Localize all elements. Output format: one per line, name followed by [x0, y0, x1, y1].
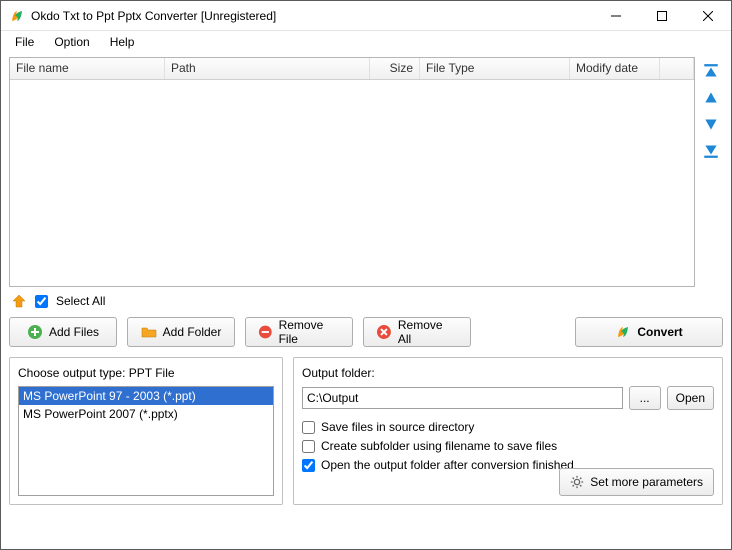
gear-icon [570, 475, 584, 489]
select-all-checkbox[interactable] [35, 295, 48, 308]
minus-icon [258, 324, 273, 340]
browse-button[interactable]: ... [629, 386, 661, 410]
output-folder-panel: Output folder: ... Open Save files in so… [293, 357, 723, 505]
folder-icon [141, 324, 157, 340]
move-down-button[interactable] [702, 115, 720, 133]
app-icon [9, 8, 25, 24]
add-files-label: Add Files [49, 325, 99, 339]
open-after-checkbox[interactable] [302, 459, 315, 472]
col-filename[interactable]: File name [10, 58, 165, 79]
select-all-label: Select All [56, 294, 105, 308]
maximize-button[interactable] [639, 1, 685, 31]
col-path[interactable]: Path [165, 58, 370, 79]
remove-all-label: Remove All [398, 318, 458, 346]
add-folder-button[interactable]: Add Folder [127, 317, 235, 347]
remove-file-button[interactable]: Remove File [245, 317, 353, 347]
plus-icon [27, 324, 43, 340]
set-more-parameters-button[interactable]: Set more parameters [559, 468, 714, 496]
remove-all-icon [376, 324, 392, 340]
menubar: File Option Help [1, 31, 731, 53]
output-type-listbox[interactable]: MS PowerPoint 97 - 2003 (*.ppt) MS Power… [18, 386, 274, 496]
titlebar: Okdo Txt to Ppt Pptx Converter [Unregist… [1, 1, 731, 31]
output-folder-input[interactable] [302, 387, 623, 409]
minimize-button[interactable] [593, 1, 639, 31]
output-type-option-pptx[interactable]: MS PowerPoint 2007 (*.pptx) [19, 405, 273, 423]
col-filetype[interactable]: File Type [420, 58, 570, 79]
select-all-row: Select All [9, 287, 723, 317]
window-title: Okdo Txt to Ppt Pptx Converter [Unregist… [31, 9, 593, 23]
window-controls [593, 1, 731, 31]
action-toolbar: Add Files Add Folder Remove File Remove … [9, 317, 723, 347]
table-header: File name Path Size File Type Modify dat… [10, 58, 694, 80]
output-folder-label: Output folder: [302, 366, 714, 380]
move-bottom-button[interactable] [702, 141, 720, 159]
menu-file[interactable]: File [7, 33, 42, 51]
convert-button[interactable]: Convert [575, 317, 723, 347]
close-button[interactable] [685, 1, 731, 31]
remove-file-label: Remove File [279, 318, 340, 346]
save-in-source-label: Save files in source directory [321, 420, 474, 434]
convert-label: Convert [637, 325, 682, 339]
move-top-button[interactable] [702, 63, 720, 81]
open-folder-button[interactable]: Open [667, 386, 714, 410]
more-params-label: Set more parameters [590, 475, 703, 489]
menu-help[interactable]: Help [102, 33, 143, 51]
move-up-button[interactable] [702, 89, 720, 107]
create-subfolder-checkbox[interactable] [302, 440, 315, 453]
add-files-button[interactable]: Add Files [9, 317, 117, 347]
remove-all-button[interactable]: Remove All [363, 317, 471, 347]
menu-option[interactable]: Option [46, 33, 97, 51]
col-modify[interactable]: Modify date [570, 58, 660, 79]
up-folder-icon[interactable] [11, 293, 27, 309]
output-type-option-ppt[interactable]: MS PowerPoint 97 - 2003 (*.ppt) [19, 387, 273, 405]
col-size[interactable]: Size [370, 58, 420, 79]
output-type-panel: Choose output type: PPT File MS PowerPoi… [9, 357, 283, 505]
convert-icon [615, 324, 631, 340]
save-in-source-checkbox[interactable] [302, 421, 315, 434]
add-folder-label: Add Folder [163, 325, 222, 339]
file-list-table[interactable]: File name Path Size File Type Modify dat… [9, 57, 695, 287]
col-empty [660, 58, 694, 79]
reorder-toolbar [699, 57, 723, 287]
output-type-label: Choose output type: PPT File [18, 366, 274, 380]
create-subfolder-label: Create subfolder using filename to save … [321, 439, 557, 453]
open-after-label: Open the output folder after conversion … [321, 458, 574, 472]
